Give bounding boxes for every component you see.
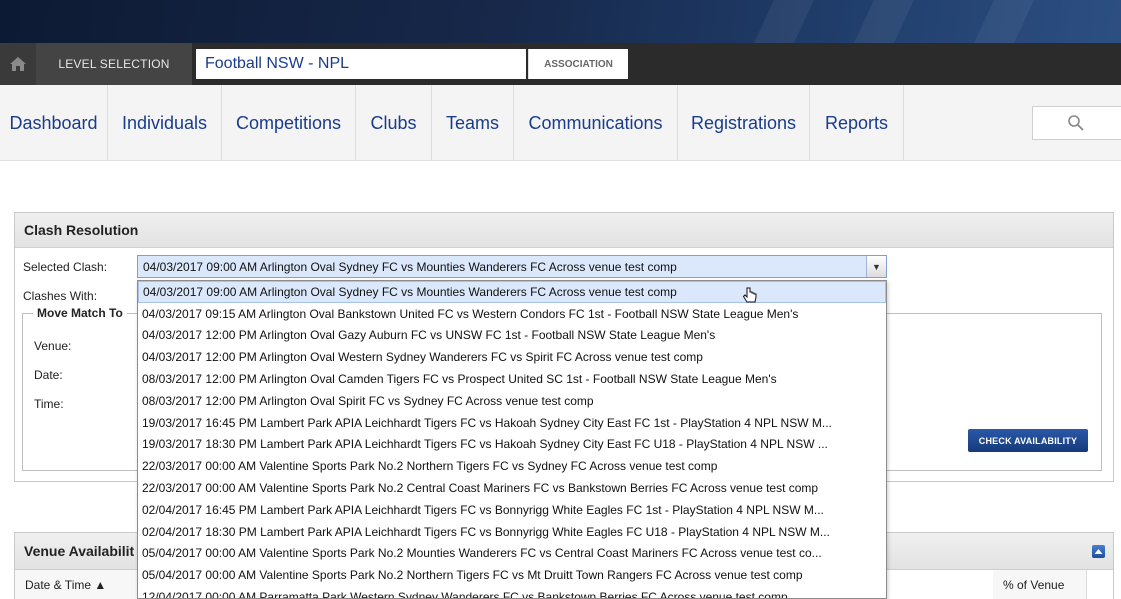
dropdown-option[interactable]: 22/03/2017 00:00 AM Valentine Sports Par…: [138, 455, 886, 477]
selected-clash-label: Selected Clash:: [23, 260, 108, 274]
level-bar: LEVEL SELECTION Football NSW - NPL ASSOC…: [0, 43, 1121, 85]
search-input[interactable]: [1032, 106, 1121, 140]
venue-label: Venue:: [34, 339, 72, 353]
banner-stripe: [836, 0, 924, 43]
nav-dashboard[interactable]: Dashboard: [0, 85, 108, 161]
dropdown-option[interactable]: 05/04/2017 00:00 AM Valentine Sports Par…: [138, 543, 886, 565]
date-label: Date:: [34, 368, 63, 382]
level-selection-button[interactable]: LEVEL SELECTION: [36, 43, 192, 85]
chevron-down-icon: ▼: [872, 261, 881, 272]
dropdown-option[interactable]: 19/03/2017 18:30 PM Lambert Park APIA Le…: [138, 434, 886, 456]
clash-dropdown-list: 04/03/2017 09:00 AM Arlington Oval Sydne…: [137, 280, 887, 599]
dropdown-option[interactable]: 04/03/2017 09:00 AM Arlington Oval Sydne…: [138, 281, 886, 303]
dropdown-option[interactable]: 04/03/2017 09:15 AM Arlington Oval Banks…: [138, 303, 886, 325]
selected-clash-value: 04/03/2017 09:00 AM Arlington Oval Sydne…: [143, 259, 677, 274]
home-button[interactable]: [0, 43, 36, 85]
clashes-with-label: Clashes With:: [23, 289, 98, 303]
home-icon: [10, 57, 26, 71]
nav-teams[interactable]: Teams: [432, 85, 514, 161]
dropdown-option[interactable]: 08/03/2017 12:00 PM Arlington Oval Camde…: [138, 368, 886, 390]
nav-individuals[interactable]: Individuals: [108, 85, 222, 161]
nav-reports[interactable]: Reports: [810, 85, 904, 161]
dropdown-option[interactable]: 02/04/2017 16:45 PM Lambert Park APIA Le…: [138, 499, 886, 521]
banner-stripe: [736, 0, 824, 43]
dropdown-option[interactable]: 08/03/2017 12:00 PM Arlington Oval Spiri…: [138, 390, 886, 412]
search-icon: [1068, 115, 1084, 131]
top-banner: [0, 0, 1121, 43]
chevron-up-icon: [1094, 549, 1103, 554]
dropdown-option[interactable]: 04/03/2017 12:00 PM Arlington Oval Gazy …: [138, 325, 886, 347]
check-availability-button[interactable]: CHECK AVAILABILITY: [968, 429, 1088, 452]
dropdown-option[interactable]: 02/04/2017 18:30 PM Lambert Park APIA Le…: [138, 521, 886, 543]
selected-clash-select[interactable]: 04/03/2017 09:00 AM Arlington Oval Sydne…: [137, 255, 887, 278]
level-type: ASSOCIATION: [528, 49, 628, 79]
nav-communications[interactable]: Communications: [514, 85, 678, 161]
dropdown-option[interactable]: 05/04/2017 00:00 AM Valentine Sports Par…: [138, 564, 886, 586]
dropdown-option[interactable]: 04/03/2017 12:00 PM Arlington Oval Weste…: [138, 346, 886, 368]
time-label: Time:: [34, 397, 64, 411]
nav-competitions[interactable]: Competitions: [222, 85, 356, 161]
hand-cursor-icon: [742, 287, 757, 303]
level-name: Football NSW - NPL: [196, 49, 526, 79]
banner-stripe: [956, 0, 1044, 43]
nav-clubs[interactable]: Clubs: [356, 85, 432, 161]
collapse-button[interactable]: [1092, 545, 1105, 558]
move-match-legend: Move Match To: [33, 306, 127, 320]
main-nav: Dashboard Individuals Competitions Clubs…: [0, 85, 1121, 161]
dropdown-option[interactable]: 19/03/2017 16:45 PM Lambert Park APIA Le…: [138, 412, 886, 434]
col-header-percent[interactable]: % of Venue: [993, 570, 1087, 599]
nav-registrations[interactable]: Registrations: [678, 85, 810, 161]
dropdown-option[interactable]: 12/04/2017 00:00 AM Parramatta Park West…: [138, 586, 886, 598]
dropdown-option[interactable]: 22/03/2017 00:00 AM Valentine Sports Par…: [138, 477, 886, 499]
dropdown-arrow-button[interactable]: ▼: [866, 256, 886, 277]
panel-title: Clash Resolution: [15, 213, 1113, 248]
